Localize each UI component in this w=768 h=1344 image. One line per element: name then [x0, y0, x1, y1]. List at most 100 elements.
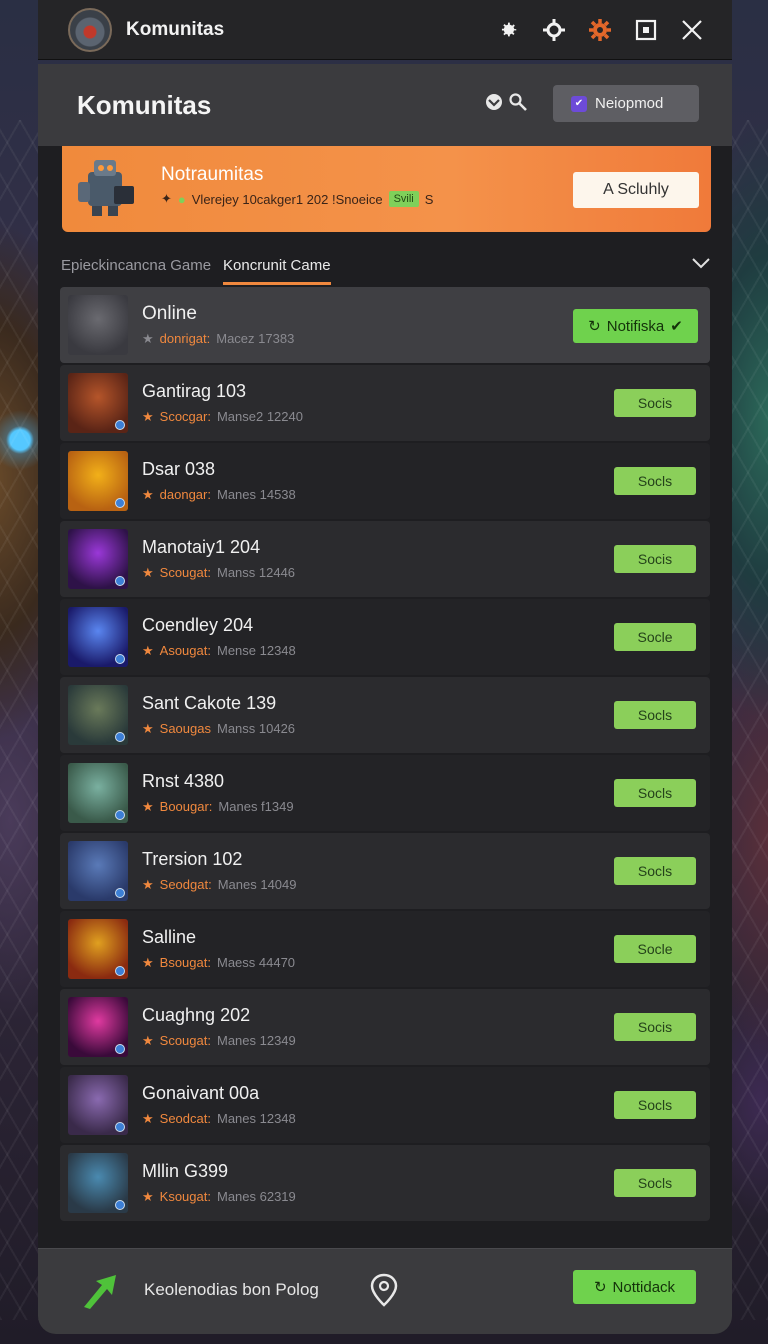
social-button[interactable]: Socis [614, 389, 696, 417]
game-row[interactable]: Salline ★ Bsougat: Maess 44470 Socle [60, 911, 710, 987]
star-icon: ★ [142, 799, 154, 814]
game-member-count: Manes f1349 [218, 799, 294, 814]
social-button[interactable]: Socls [614, 857, 696, 885]
game-member-count: Manse2 12240 [216, 409, 303, 424]
platform-badge-icon [115, 1122, 125, 1132]
game-meta: ★ Seodgat: Manes 14049 [142, 877, 296, 893]
chevron-down-icon[interactable] [691, 256, 711, 275]
game-meta: ★ Boougar: Manes f1349 [142, 799, 294, 815]
social-button[interactable]: Socls [614, 467, 696, 495]
star-icon: ★ [142, 1111, 154, 1126]
game-name: Gonaivant 00a [142, 1083, 260, 1103]
game-row[interactable]: Online ★ donrigat: Macez 17383 ↻ Notifiska ✔ [60, 287, 710, 363]
game-thumbnail [68, 607, 128, 667]
game-name: Online [142, 303, 197, 324]
game-meta: ★ Asougat: Mense 12348 [142, 643, 296, 659]
bottom-bar: Keolenodias bon Polog ↻ Nottidack [38, 1248, 732, 1334]
game-meta: ★ Ksougat: Manes 62319 [142, 1189, 296, 1205]
location-pin-icon[interactable] [370, 1273, 398, 1312]
gear-icon[interactable] [496, 18, 520, 42]
notify-button-label: Notifiska [606, 317, 665, 335]
platform-badge-icon [115, 654, 125, 664]
banner-subtitle-text: Vlerejey 10cakger1 202 !Snoeice [191, 191, 383, 207]
platform-badge-icon [115, 810, 125, 820]
search-icon[interactable] [508, 92, 528, 117]
game-rank: Scougat: [159, 565, 211, 580]
social-button[interactable]: Socis [614, 1013, 696, 1041]
game-row[interactable]: Mllin G399 ★ Ksougat: Manes 62319 Socls [60, 1145, 710, 1221]
platform-badge-icon [115, 888, 125, 898]
game-rank: daongar: [159, 487, 211, 502]
header-icons [484, 92, 528, 117]
game-meta: ★ donrigat: Macez 17383 [142, 331, 294, 347]
game-list: Online ★ donrigat: Macez 17383 ↻ Notifiska ✔ Ga… [60, 287, 710, 1223]
game-meta: ★ Seodcat: Manes 12348 [142, 1111, 296, 1127]
game-thumbnail [68, 451, 128, 511]
game-name: Dsar 038 [142, 459, 216, 479]
tab-epieckincancna-game[interactable]: Epieckincancna Game [61, 257, 211, 274]
bottom-bar-text: Keolenodias bon Polog [144, 1280, 319, 1299]
social-button[interactable]: Socls [614, 1091, 696, 1119]
game-name: Cuaghng 202 [142, 1005, 251, 1025]
game-member-count: Manes 14049 [217, 877, 297, 892]
game-row[interactable]: Gantirag 103 ★ Scocgar: Manse2 12240 Socis [60, 365, 710, 441]
game-name: Mllin G399 [142, 1161, 229, 1181]
star-icon: ★ [142, 1033, 154, 1048]
game-name: Manotaiy1 204 [142, 537, 261, 557]
community-icon[interactable] [484, 92, 504, 117]
star-icon: ★ [142, 565, 154, 580]
social-button[interactable]: Socle [614, 935, 696, 963]
game-row[interactable]: Cuaghng 202 ★ Scougat: Manes 12349 Socis [60, 989, 710, 1065]
platform-badge-icon [115, 498, 125, 508]
game-rank: Saougas [159, 721, 211, 736]
globe-icon: ● [177, 191, 186, 207]
game-name: Salline [142, 927, 197, 947]
game-name: Trersion 102 [142, 849, 243, 869]
game-name: Gantirag 103 [142, 381, 247, 401]
game-rank: Boougar: [159, 799, 213, 814]
star-icon: ★ [142, 409, 154, 424]
game-row[interactable]: Dsar 038 ★ daongar: Manes 14538 Socls [60, 443, 710, 519]
game-meta: ★ Saougas Manss 10426 [142, 721, 295, 737]
subscribe-button[interactable]: A Scluhly [573, 172, 699, 208]
tab-koncrunit-came[interactable]: Koncrunit Came [223, 257, 331, 285]
game-row[interactable]: Manotaiy1 204 ★ Scougat: Manss 12446 Socis [60, 521, 710, 597]
social-button[interactable]: Socle [614, 623, 696, 651]
settings-cog-icon[interactable] [542, 18, 566, 42]
notify-button[interactable]: ↻ Notifiska ✔ [573, 309, 698, 343]
category-tabs: Epieckincancna Game Koncrunit Came [61, 254, 711, 286]
game-member-count: Maess 44470 [216, 955, 296, 970]
game-rank: Asougat: [159, 643, 211, 658]
game-row[interactable]: Coendley 204 ★ Asougat: Mense 12348 Socle [60, 599, 710, 675]
game-meta: ★ Scougat: Manes 12349 [142, 1033, 296, 1049]
social-button[interactable]: Socls [614, 1169, 696, 1197]
social-button[interactable]: Socls [614, 779, 696, 807]
bottom-action-button[interactable]: ↻ Nottidack [573, 1270, 696, 1304]
game-row[interactable]: Rnst 4380 ★ Boougar: Manes f1349 Socls [60, 755, 710, 831]
close-icon[interactable] [680, 18, 704, 42]
game-row[interactable]: Gonaivant 00a ★ Seodcat: Manes 12348 Socls [60, 1067, 710, 1143]
app-logo-icon [68, 7, 112, 52]
game-member-count: Manes 12348 [216, 1111, 296, 1126]
star-icon: ★ [142, 877, 154, 892]
window-titlebar: Komunitas [38, 0, 732, 60]
settings-cog-active-icon[interactable] [588, 18, 612, 42]
star-icon: ★ [142, 487, 154, 502]
game-rank: donrigat: [159, 331, 211, 346]
game-row[interactable]: Trersion 102 ★ Seodgat: Manes 14049 Socls [60, 833, 710, 909]
game-rank: Scocgar: [159, 409, 211, 424]
arrow-icon[interactable] [80, 1271, 120, 1316]
game-member-count: Manss 12446 [216, 565, 296, 580]
game-row[interactable]: Sant Cakote 139 ★ Saougas Manss 10426 Socls [60, 677, 710, 753]
game-rank: Ksougat: [159, 1189, 211, 1204]
game-rank: Bsougat: [159, 955, 211, 970]
panel-header: Komunitas ✔ Neiopmod [38, 64, 732, 146]
profile-button[interactable]: ✔ Neiopmod [553, 85, 699, 122]
titlebar-controls [496, 18, 704, 42]
platform-badge-icon [115, 1044, 125, 1054]
maximize-icon[interactable] [634, 18, 658, 42]
social-button[interactable]: Socis [614, 545, 696, 573]
game-thumbnail [68, 1075, 128, 1135]
banner-tag: Svili [388, 191, 419, 207]
social-button[interactable]: Socls [614, 701, 696, 729]
